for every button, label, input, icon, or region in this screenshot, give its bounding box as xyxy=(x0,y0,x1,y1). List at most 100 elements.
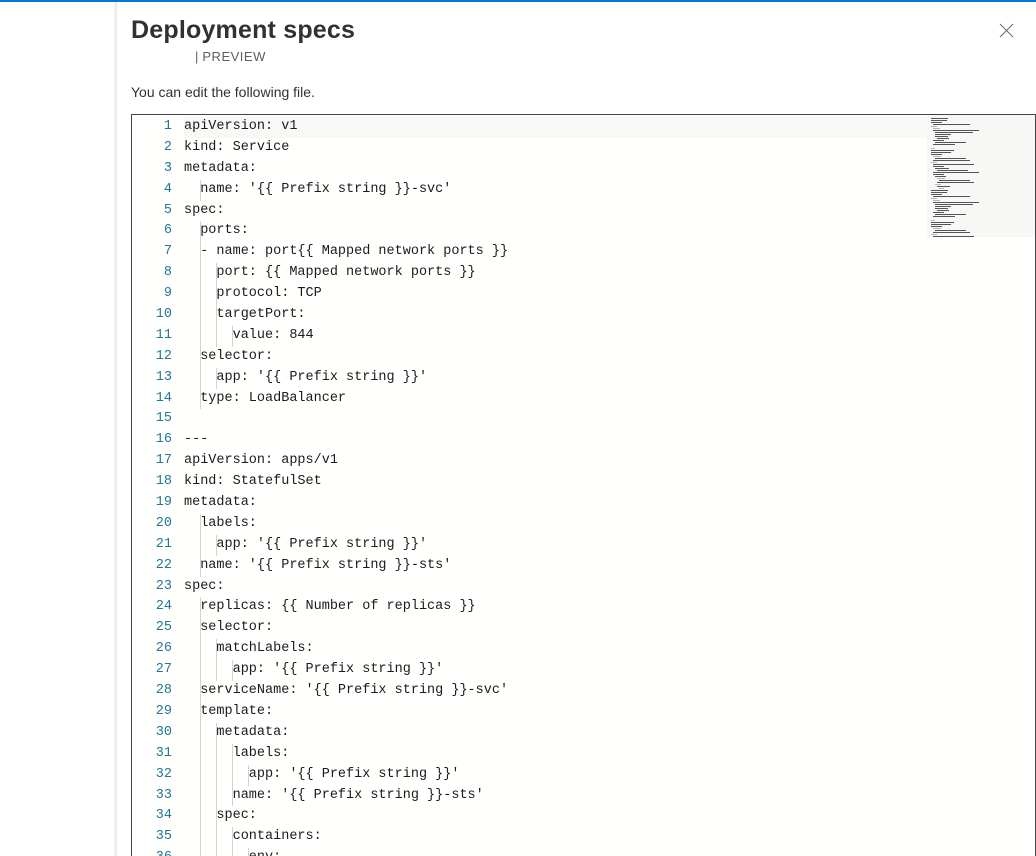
line-number: 4 xyxy=(132,180,172,201)
preview-label: PREVIEW xyxy=(202,49,265,64)
panel-header: Deployment specs |PREVIEW xyxy=(117,2,1036,64)
code-text: template: xyxy=(184,704,273,719)
line-number: 34 xyxy=(132,806,172,827)
code-text: selector: xyxy=(184,620,273,635)
minimap-line xyxy=(931,226,942,227)
code-text: replicas: {{ Number of replicas }} xyxy=(184,599,476,614)
line-number: 9 xyxy=(132,284,172,305)
minimap-line xyxy=(933,236,974,237)
minimap-line xyxy=(933,164,974,165)
code-line[interactable]: selector: xyxy=(184,347,1035,368)
line-number: 36 xyxy=(132,848,172,856)
line-number: 27 xyxy=(132,660,172,681)
code-line[interactable]: kind: StatefulSet xyxy=(184,472,1035,493)
minimap-line xyxy=(939,188,944,189)
code-line[interactable]: env: xyxy=(184,848,1035,856)
code-line[interactable]: metadata: xyxy=(184,159,1035,180)
line-number: 31 xyxy=(132,744,172,765)
code-text: name: '{{ Prefix string }}-sts' xyxy=(184,788,484,803)
code-line[interactable]: spec: xyxy=(184,201,1035,222)
code-text: containers: xyxy=(184,829,322,844)
minimap-line xyxy=(935,206,951,207)
minimap-line xyxy=(935,134,951,135)
minimap-line xyxy=(933,196,970,197)
code-text: value: 844 xyxy=(184,328,314,343)
close-button[interactable] xyxy=(990,14,1022,46)
code-line[interactable]: app: '{{ Prefix string }}' xyxy=(184,765,1035,786)
code-line[interactable]: kind: Service xyxy=(184,138,1035,159)
code-content[interactable]: apiVersion: v1 kind: Service metadata: nam… xyxy=(184,115,1035,856)
minimap-line xyxy=(933,228,941,229)
code-text: kind: Service xyxy=(184,140,289,155)
code-text: name: '{{ Prefix string }}-svc' xyxy=(184,182,451,197)
minimap-line xyxy=(931,122,942,123)
code-line[interactable]: apiVersion: v1 xyxy=(184,117,1035,138)
code-line[interactable]: matchLabels: xyxy=(184,639,1035,660)
code-line[interactable]: serviceName: '{{ Prefix string }}-svc' xyxy=(184,681,1035,702)
minimap-line xyxy=(939,180,970,181)
code-line[interactable]: metadata: xyxy=(184,723,1035,744)
minimap-line xyxy=(931,162,937,163)
code-line[interactable]: app: '{{ Prefix string }}' xyxy=(184,535,1035,556)
line-number: 6 xyxy=(132,221,172,242)
minimap-line xyxy=(933,128,940,129)
minimap-line xyxy=(931,118,948,119)
minimap-line xyxy=(931,222,954,223)
line-number: 1 xyxy=(132,117,172,138)
code-text: app: '{{ Prefix string }}' xyxy=(184,537,427,552)
code-line[interactable] xyxy=(184,409,1035,430)
code-line[interactable]: targetPort: xyxy=(184,305,1035,326)
minimap-line xyxy=(931,192,947,193)
line-number: 3 xyxy=(132,159,172,180)
code-line[interactable]: metadata: xyxy=(184,493,1035,514)
code-line[interactable]: ports: xyxy=(184,221,1035,242)
code-text: metadata: xyxy=(184,161,257,176)
code-line[interactable]: app: '{{ Prefix string }}' xyxy=(184,368,1035,389)
code-line[interactable]: name: '{{ Prefix string }}-svc' xyxy=(184,180,1035,201)
code-line[interactable]: app: '{{ Prefix string }}' xyxy=(184,660,1035,681)
code-line[interactable]: labels: xyxy=(184,744,1035,765)
minimap-line xyxy=(933,140,944,141)
code-text: app: '{{ Prefix string }}' xyxy=(184,767,459,782)
code-line[interactable]: - name: port{{ Mapped network ports }} xyxy=(184,242,1035,263)
minimap-line xyxy=(933,216,955,217)
code-line[interactable]: port: {{ Mapped network ports }} xyxy=(184,263,1035,284)
minimap-line xyxy=(933,212,944,213)
code-line[interactable]: name: '{{ Prefix string }}-sts' xyxy=(184,786,1035,807)
minimap-line xyxy=(933,166,944,167)
code-line[interactable]: type: LoadBalancer xyxy=(184,389,1035,410)
code-line[interactable]: labels: xyxy=(184,514,1035,535)
line-number: 24 xyxy=(132,597,172,618)
code-text: targetPort: xyxy=(184,307,306,322)
code-line[interactable]: apiVersion: apps/v1 xyxy=(184,451,1035,472)
line-number: 14 xyxy=(132,389,172,410)
code-editor-inner[interactable]: 1234567891011121314151617181920212223242… xyxy=(132,115,1035,856)
minimap-line xyxy=(935,208,948,209)
code-line[interactable]: name: '{{ Prefix string }}-sts' xyxy=(184,556,1035,577)
code-line[interactable]: protocol: TCP xyxy=(184,284,1035,305)
code-line[interactable]: selector: xyxy=(184,618,1035,639)
line-number: 21 xyxy=(132,535,172,556)
line-number: 33 xyxy=(132,786,172,807)
minimap-line xyxy=(935,204,973,205)
minimap-line xyxy=(935,214,966,215)
minimap[interactable] xyxy=(927,115,1035,856)
minimap-line xyxy=(931,190,948,191)
line-number: 19 xyxy=(132,493,172,514)
line-number: 17 xyxy=(132,451,172,472)
code-line[interactable]: value: 844 xyxy=(184,326,1035,347)
code-text: apiVersion: v1 xyxy=(184,119,297,134)
minimap-line xyxy=(933,124,970,125)
code-line[interactable]: --- xyxy=(184,430,1035,451)
code-line[interactable]: template: xyxy=(184,702,1035,723)
code-line[interactable]: containers: xyxy=(184,827,1035,848)
code-line[interactable]: spec: xyxy=(184,806,1035,827)
line-number: 25 xyxy=(132,618,172,639)
code-text: spec: xyxy=(184,808,257,823)
code-line[interactable]: spec: xyxy=(184,577,1035,598)
line-number: 22 xyxy=(132,556,172,577)
minimap-line xyxy=(931,150,954,151)
code-line[interactable]: replicas: {{ Number of replicas }} xyxy=(184,597,1035,618)
minimap-line xyxy=(935,230,966,231)
code-editor[interactable]: 1234567891011121314151617181920212223242… xyxy=(131,114,1036,856)
